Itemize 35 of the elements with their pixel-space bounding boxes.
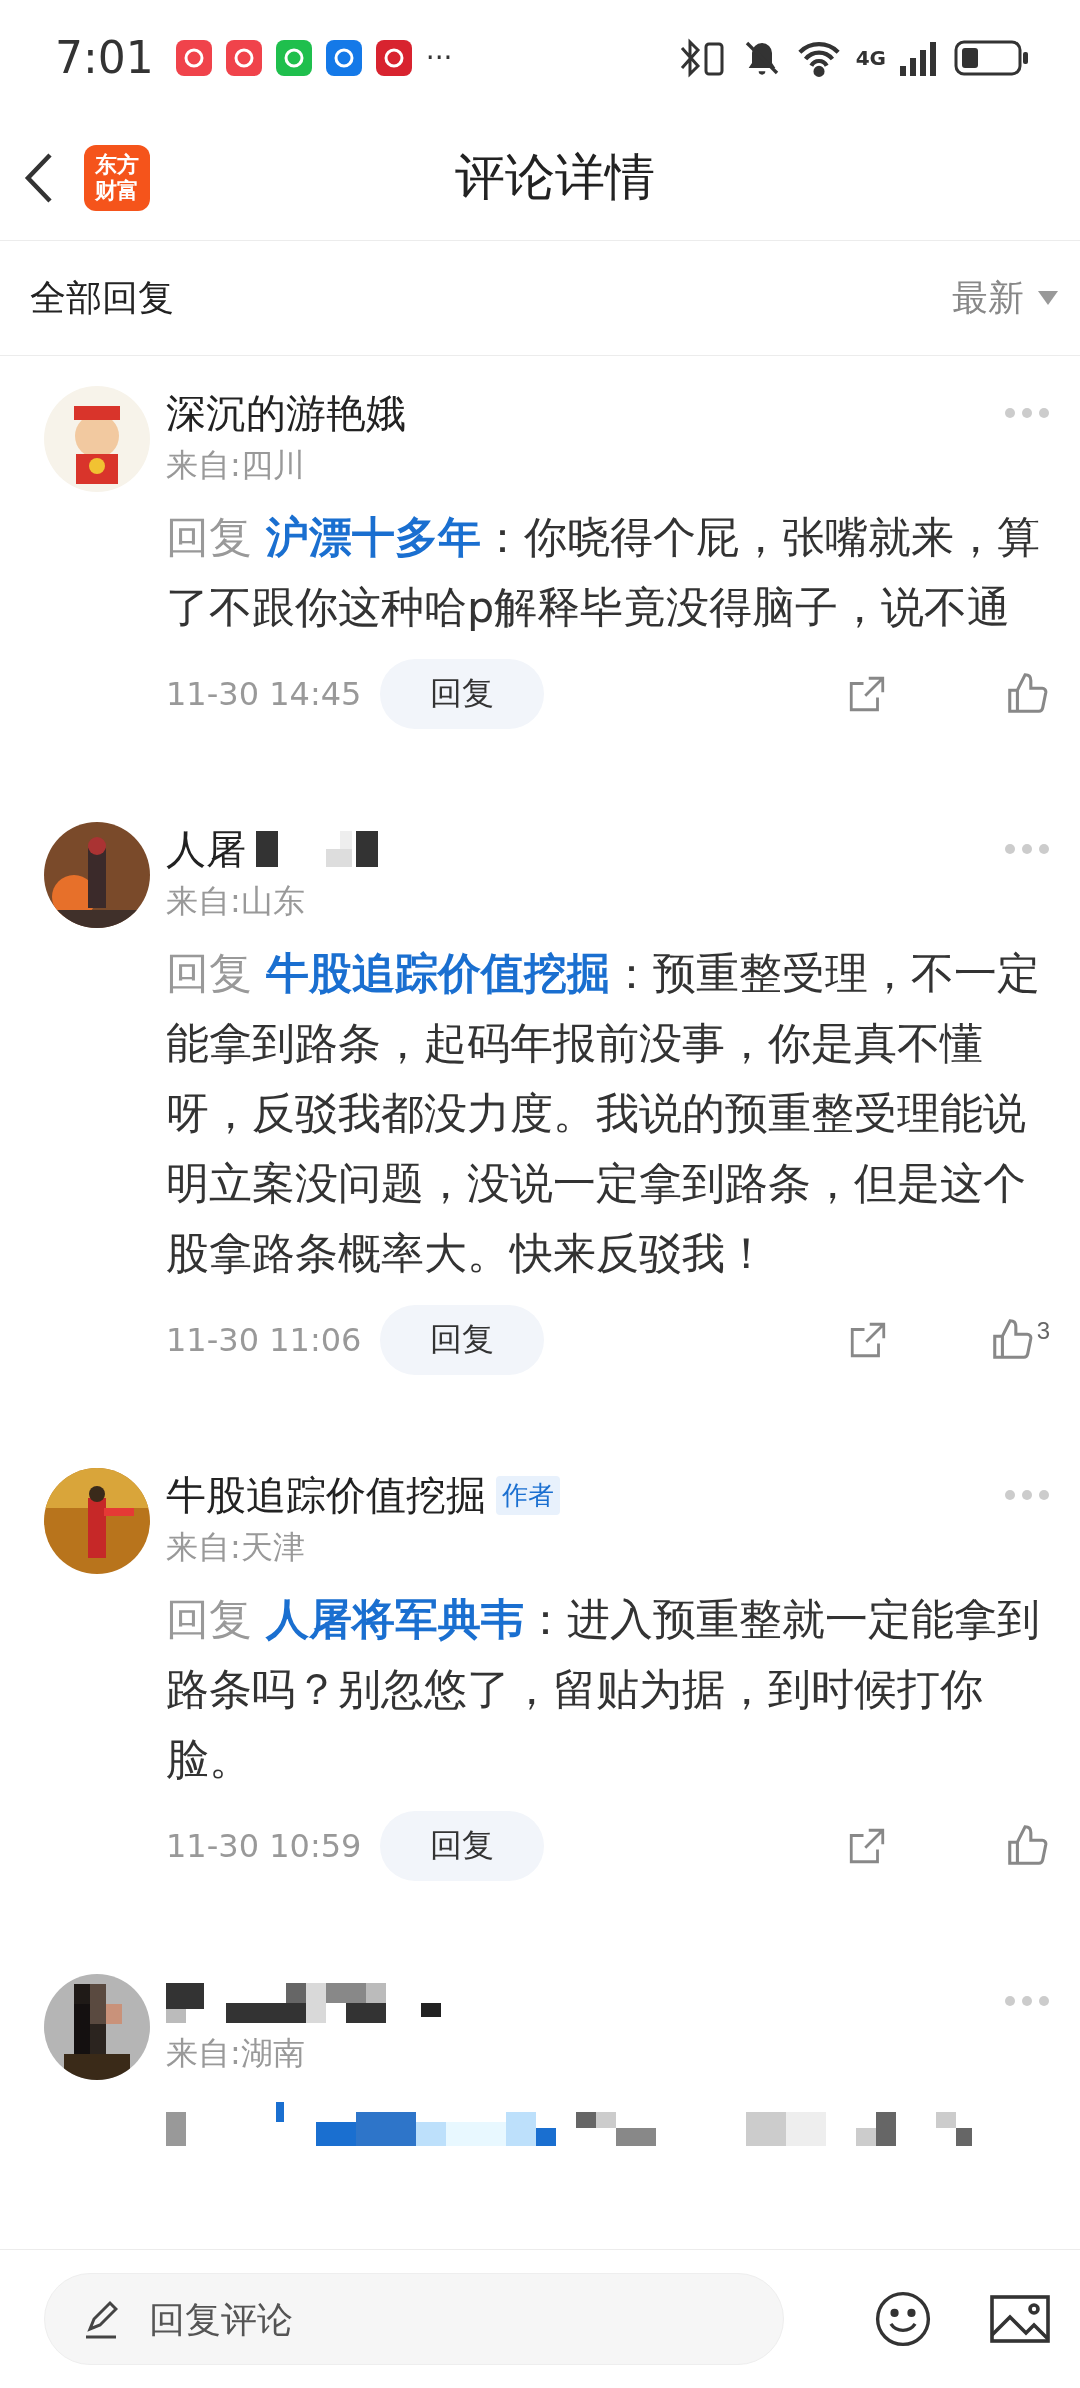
comment-time: 11-30 10:59 xyxy=(166,1827,363,1865)
author-badge: 作者 xyxy=(496,1475,560,1515)
reply-button[interactable]: 回复 xyxy=(380,659,544,729)
caret-icon xyxy=(1038,291,1058,305)
app-notification-icon xyxy=(375,39,412,76)
network-type-text: 4G xyxy=(855,45,886,70)
reply-button[interactable]: 回复 xyxy=(380,1305,544,1375)
app-notification-icon xyxy=(225,39,262,76)
location-text: 来自:山东 xyxy=(166,881,306,922)
user-name[interactable]: 牛股追踪价值挖掘 xyxy=(166,1467,486,1523)
comment-time: 11-30 11:06 xyxy=(166,1321,363,1359)
comment-time: 11-30 14:45 xyxy=(166,675,363,713)
like-button[interactable]: 3 xyxy=(988,1317,1050,1363)
user-name[interactable]: 人屠 xyxy=(166,821,246,877)
app-notification-icon xyxy=(325,39,362,76)
sort-dropdown[interactable]: 最新 xyxy=(952,273,1058,323)
image-icon[interactable] xyxy=(990,2294,1050,2344)
user-name[interactable]: 深沉的游艳娥 xyxy=(166,385,406,441)
app-logo: 东方 财富 xyxy=(84,144,150,211)
reply-text: 回复 人屠将军典韦：进入预重整就一定能拿到路条吗？别忽悠了，留贴为据，到时候打你脸。 xyxy=(166,1593,1041,1786)
page-title: 评论详情 xyxy=(454,147,656,208)
reply-input-field[interactable]: 回复评论 xyxy=(44,2273,784,2365)
all-replies-label: 全部回复 xyxy=(30,275,174,320)
location-text: 来自:四川 xyxy=(166,445,306,486)
pencil-icon xyxy=(84,2299,118,2339)
location-text: 来自:湖南 xyxy=(166,2033,306,2074)
location-text: 来自:天津 xyxy=(166,1527,306,1568)
status-time: 7:01 xyxy=(55,32,154,83)
reply-button[interactable]: 回复 xyxy=(380,1811,544,1881)
app-notification-icon xyxy=(175,39,212,76)
app-notification-icon xyxy=(275,39,312,76)
more-notifications-text: ··· xyxy=(425,41,453,74)
reply-text: 回复 沪漂十多年：你晓得个屁，张嘴就来，算了不跟你这种哈p解释毕竟没得脑子，说不通 xyxy=(166,511,1041,634)
emoji-icon[interactable] xyxy=(874,2290,932,2348)
reply-text: 回复 牛股追踪价值挖掘：预重整受理，不一定能拿到路条，起码年报前没事，你是真不懂呀，反驳我都没力度。我说的预重整受理能说明立案没问题，没说一定拿到路条，但是这个股拿路条概率大。快来反驳我！ xyxy=(166,947,1041,1280)
